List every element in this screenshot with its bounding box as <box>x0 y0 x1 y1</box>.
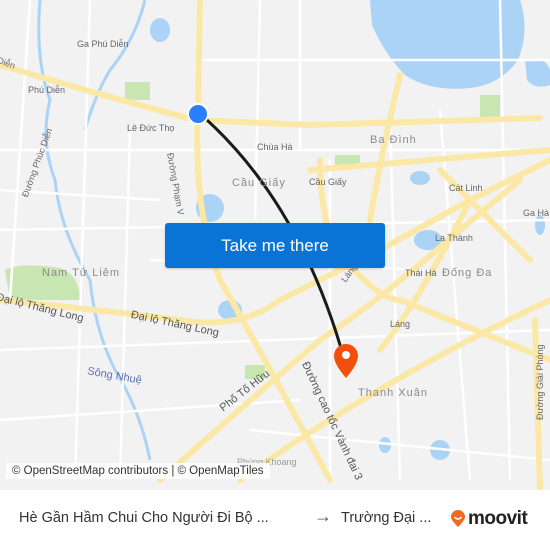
park <box>125 82 150 100</box>
map-label-thanh-xuan: Thanh Xuân <box>358 387 428 399</box>
moovit-pin-icon <box>451 510 465 527</box>
park <box>480 95 500 120</box>
map-canvas[interactable]: Ga Phú Diễn Phú Diễn Diễn Lê Đức Thọ Đườ… <box>0 0 550 490</box>
moovit-logo[interactable]: moovit <box>450 508 528 530</box>
take-me-there-button[interactable]: Take me there <box>165 223 385 268</box>
map-label-cau-giay-district: Cầu Giấy <box>232 177 286 189</box>
map-label-ga-ha: Ga Hà <box>523 208 550 218</box>
map-label-cau-giay: Cầu Giấy <box>309 177 347 187</box>
map-label-le-duc-tho: Lê Đức Thọ <box>127 123 175 133</box>
origin-dot-icon[interactable] <box>186 102 210 126</box>
pond <box>535 215 545 235</box>
map-label-ba-dinh: Ba Đình <box>370 134 417 146</box>
map-label-duong-giai-phong: Đường Giải Phóng <box>535 344 545 420</box>
map-label-ga-phu-dien: Ga Phú Diễn <box>77 39 129 49</box>
map-label-nam-tu-liem: Nam Từ Liêm <box>42 267 121 279</box>
map-pin-icon[interactable] <box>332 342 360 380</box>
arrow-right-icon: → <box>314 506 332 526</box>
map-label-la-thanh: La Thành <box>435 233 473 243</box>
map-attribution[interactable]: © OpenStreetMap contributors | © OpenMap… <box>6 463 270 479</box>
origin-stop-name: Hè Gần Hầm Chui Cho Người Đi Bộ ... <box>19 510 269 526</box>
map-label-chua-ha: Chùa Hà <box>257 142 293 152</box>
map-label-cat-linh: Cát Linh <box>449 183 483 193</box>
road-ba-dinh <box>367 72 403 223</box>
moovit-wordmark: moovit <box>468 508 528 529</box>
map-label-thai-ha: Thái Hà <box>405 268 437 278</box>
footer-bar: Hè Gần Hầm Chui Cho Người Đi Bộ ... → Tr… <box>0 490 550 550</box>
lake-small <box>525 58 550 87</box>
pond <box>150 18 170 42</box>
map-label-dong-da: Đống Đa <box>442 267 493 279</box>
canal <box>83 0 147 131</box>
pond <box>410 171 430 185</box>
map-label-phu-dien: Phú Diễn <box>28 85 66 95</box>
destination-name: Trường Đại ... <box>341 510 432 526</box>
map-label-lang: Láng <box>390 319 411 329</box>
